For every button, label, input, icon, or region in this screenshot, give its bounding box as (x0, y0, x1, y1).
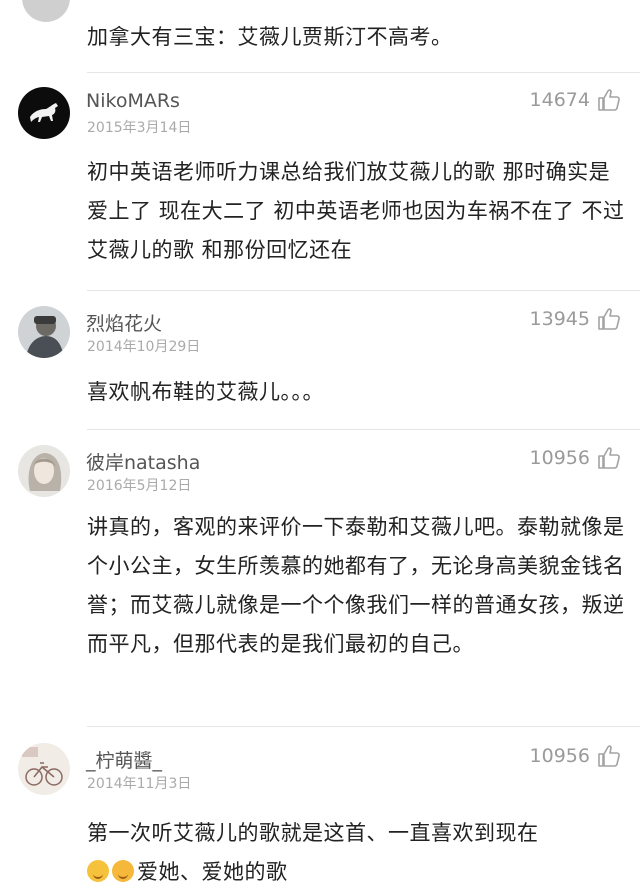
thumbs-up-icon[interactable] (596, 306, 622, 332)
comment-text: 讲真的，客观的来评价一下泰勒和艾薇儿吧。泰勒就像是个小公主，女生所羡慕的她都有了… (87, 515, 625, 656)
kissing-face-emoji-icon (112, 860, 134, 882)
like-count: 14674 (529, 89, 590, 111)
avatar[interactable] (18, 445, 70, 497)
comment-text-line: 爱她、爱她的歌 (87, 853, 627, 892)
like-count: 10956 (529, 447, 590, 469)
like-button[interactable]: 10956 (530, 445, 622, 471)
comment-date: 2016年5月12日 (87, 478, 192, 494)
avatar[interactable] (18, 306, 70, 358)
divider (87, 726, 640, 727)
divider (87, 429, 640, 430)
like-button[interactable]: 10956 (530, 743, 622, 769)
like-button[interactable]: 14674 (530, 87, 622, 113)
comment-text: 喜欢帆布鞋的艾薇儿。。。 (87, 380, 324, 404)
comment-date: 2014年10月29日 (87, 339, 201, 355)
avatar[interactable] (22, 0, 70, 22)
smiling-face-emoji-icon (87, 860, 109, 882)
comment-text: 加拿大有三宝：艾薇儿贾斯汀不高考。 (87, 25, 453, 49)
divider (87, 290, 640, 291)
comment-date: 2014年11月3日 (87, 776, 192, 792)
thumbs-up-icon[interactable] (596, 445, 622, 471)
username[interactable]: 彼岸natasha (86, 448, 200, 475)
avatar[interactable] (18, 743, 70, 795)
divider (87, 72, 640, 73)
username[interactable]: _柠萌醬_ (86, 746, 162, 773)
username[interactable]: 烈焰花火 (86, 309, 162, 336)
thumbs-up-icon[interactable] (596, 743, 622, 769)
comment-text: 第一次听艾薇儿的歌就是这首、一直喜欢到现在 爱她、爱她的歌 (87, 814, 627, 892)
avatar[interactable] (18, 87, 70, 139)
username[interactable]: NikoMARs (86, 90, 180, 112)
comment-text: 初中英语老师听力课总给我们放艾薇儿的歌 那时确实是爱上了 现在大二了 初中英语老… (87, 160, 625, 262)
thumbs-up-icon[interactable] (596, 87, 622, 113)
like-count: 10956 (529, 745, 590, 767)
comment-date: 2015年3月14日 (87, 120, 192, 136)
comment-text-emoji-line: 爱她、爱她的歌 (137, 860, 288, 884)
comment-text-line: 第一次听艾薇儿的歌就是这首、一直喜欢到现在 (87, 821, 539, 845)
like-count: 13945 (529, 308, 590, 330)
like-button[interactable]: 13945 (530, 306, 622, 332)
